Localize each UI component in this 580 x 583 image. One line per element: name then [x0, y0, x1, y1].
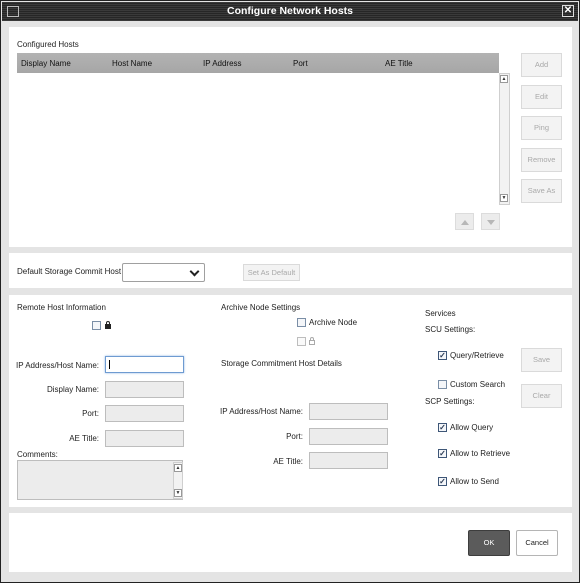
- text-caret: [109, 360, 110, 369]
- query-retrieve-checkbox[interactable]: ✓: [438, 351, 447, 360]
- lock-icon: [105, 321, 111, 329]
- remote-host-lock-checkbox[interactable]: [92, 321, 101, 330]
- services-label: Services: [425, 309, 456, 318]
- checkmark-icon: ✓: [439, 351, 446, 360]
- allow-retrieve-checkbox[interactable]: ✓: [438, 449, 447, 458]
- configured-hosts-label: Configured Hosts: [17, 40, 79, 49]
- hosts-table-header: Display Name Host Name IP Address Port A…: [17, 53, 499, 73]
- window-title: Configure Network Hosts: [226, 5, 353, 17]
- cancel-button[interactable]: Cancel: [516, 530, 558, 556]
- allow-send-checkbox[interactable]: ✓: [438, 477, 447, 486]
- move-up-button[interactable]: [455, 213, 474, 230]
- close-icon: ✕: [563, 5, 573, 16]
- services-clear-button[interactable]: Clear: [521, 384, 562, 408]
- archive-lock-checkbox[interactable]: [297, 337, 306, 346]
- services-save-button[interactable]: Save: [521, 348, 562, 372]
- checkmark-icon: ✓: [439, 423, 446, 432]
- hosts-table-scrollbar[interactable]: ▲ ▼: [499, 73, 510, 205]
- query-retrieve-label: Query/Retrieve: [450, 351, 504, 360]
- archive-node-settings-label: Archive Node Settings: [221, 303, 301, 312]
- scu-settings-label: SCU Settings:: [425, 325, 476, 334]
- archive-ip-input[interactable]: [309, 403, 388, 420]
- ae-title-label: AE Title:: [69, 434, 99, 443]
- allow-query-checkbox[interactable]: ✓: [438, 423, 447, 432]
- set-as-default-button[interactable]: Set As Default: [243, 264, 300, 281]
- column-ae-title[interactable]: AE Title: [385, 59, 413, 68]
- scp-settings-label: SCP Settings:: [425, 397, 475, 406]
- scroll-down-arrow-icon[interactable]: ▼: [174, 489, 182, 497]
- column-port[interactable]: Port: [293, 59, 308, 68]
- checkmark-icon: ✓: [439, 449, 446, 458]
- archive-node-label: Archive Node: [309, 318, 358, 327]
- ip-address-input[interactable]: [105, 356, 184, 373]
- archive-port-label: Port:: [286, 432, 303, 441]
- archive-ae-title-label: AE Title:: [273, 457, 303, 466]
- arrow-up-icon: [461, 220, 469, 225]
- custom-search-checkbox[interactable]: [438, 380, 447, 389]
- allow-query-label: Allow Query: [450, 423, 494, 432]
- column-ip-address[interactable]: IP Address: [203, 59, 242, 68]
- display-name-label: Display Name:: [46, 385, 99, 394]
- add-button[interactable]: Add: [521, 53, 562, 77]
- port-input[interactable]: [105, 405, 184, 422]
- archive-node-checkbox[interactable]: [297, 318, 306, 327]
- column-host-name[interactable]: Host Name: [112, 59, 152, 68]
- window-menu-icon[interactable]: [7, 6, 19, 17]
- ae-title-input[interactable]: [105, 430, 184, 447]
- chevron-down-icon: [189, 266, 200, 277]
- comments-scrollbar[interactable]: ▲ ▼: [173, 462, 183, 499]
- port-label: Port:: [82, 409, 99, 418]
- storage-commit-host-select[interactable]: [122, 263, 205, 282]
- configure-network-hosts-dialog: Configure Network Hosts ✕ Configured Hos…: [0, 0, 580, 583]
- remote-host-information-label: Remote Host Information: [17, 303, 106, 312]
- comments-label: Comments:: [17, 450, 58, 459]
- scroll-up-arrow-icon[interactable]: ▲: [174, 464, 182, 472]
- scroll-up-arrow-icon[interactable]: ▲: [500, 75, 508, 83]
- hosts-table-body[interactable]: [17, 73, 499, 205]
- archive-ip-label: IP Address/Host Name:: [220, 407, 303, 416]
- title-bar[interactable]: Configure Network Hosts ✕: [2, 2, 578, 21]
- save-as-button[interactable]: Save As: [521, 179, 562, 203]
- scroll-down-arrow-icon[interactable]: ▼: [500, 194, 508, 202]
- archive-port-input[interactable]: [309, 428, 388, 445]
- comments-textarea[interactable]: ▲ ▼: [17, 460, 183, 500]
- display-name-input[interactable]: [105, 381, 184, 398]
- edit-button[interactable]: Edit: [521, 85, 562, 109]
- move-down-button[interactable]: [481, 213, 500, 230]
- custom-search-label: Custom Search: [450, 380, 506, 389]
- close-button[interactable]: ✕: [562, 5, 574, 17]
- checkmark-icon: ✓: [439, 477, 446, 486]
- arrow-down-icon: [487, 220, 495, 225]
- remove-button[interactable]: Remove: [521, 148, 562, 172]
- storage-commitment-details-label: Storage Commitment Host Details: [221, 359, 342, 368]
- ip-address-label: IP Address/Host Name:: [16, 361, 99, 370]
- archive-ae-title-input[interactable]: [309, 452, 388, 469]
- allow-send-label: Allow to Send: [450, 477, 499, 486]
- ping-button[interactable]: Ping: [521, 116, 562, 140]
- column-display-name[interactable]: Display Name: [21, 59, 71, 68]
- default-storage-commit-label: Default Storage Commit Host: [17, 267, 122, 276]
- ok-button[interactable]: OK: [468, 530, 510, 556]
- allow-retrieve-label: Allow to Retrieve: [450, 449, 511, 458]
- lock-icon: [309, 337, 315, 345]
